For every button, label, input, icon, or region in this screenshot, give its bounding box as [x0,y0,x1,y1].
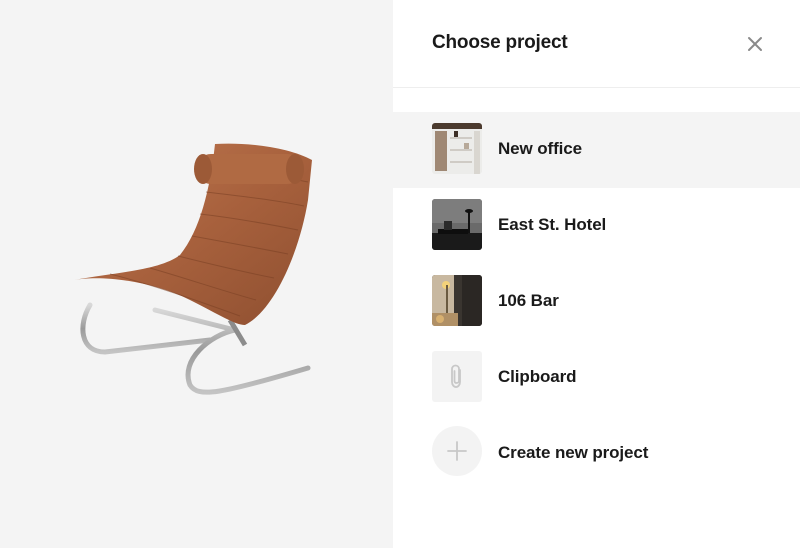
project-label: East St. Hotel [498,215,607,234]
hotel-lamp-photo [432,199,482,250]
project-item-106-bar[interactable]: 106 Bar [393,264,800,340]
chair-image [74,143,312,395]
add-thumb [432,426,482,476]
close-button[interactable] [741,30,769,58]
project-item-clipboard[interactable]: Clipboard [393,340,800,416]
project-item-east-st-hotel[interactable]: East St. Hotel [393,188,800,264]
project-item-new-office[interactable]: New office [393,112,800,188]
choose-project-dialog: Choose project New office East St. Hotel… [393,0,800,548]
bar-lamp-photo [432,275,482,326]
product-preview [0,0,393,548]
paperclip-icon [451,364,461,388]
create-new-project-button[interactable]: Create new project [393,416,800,492]
office-shelf-photo [432,123,482,174]
dialog-header: Choose project [393,0,800,88]
plus-icon [447,441,467,461]
close-icon [748,37,762,51]
clipboard-thumb [432,351,482,402]
dialog-title: Choose project [432,32,568,53]
project-label: Create new project [498,443,649,462]
project-list: New office East St. Hotel 106 Bar Clipbo… [393,112,800,492]
project-label: 106 Bar [498,291,559,310]
project-label: Clipboard [498,367,577,386]
project-label: New office [498,139,583,158]
